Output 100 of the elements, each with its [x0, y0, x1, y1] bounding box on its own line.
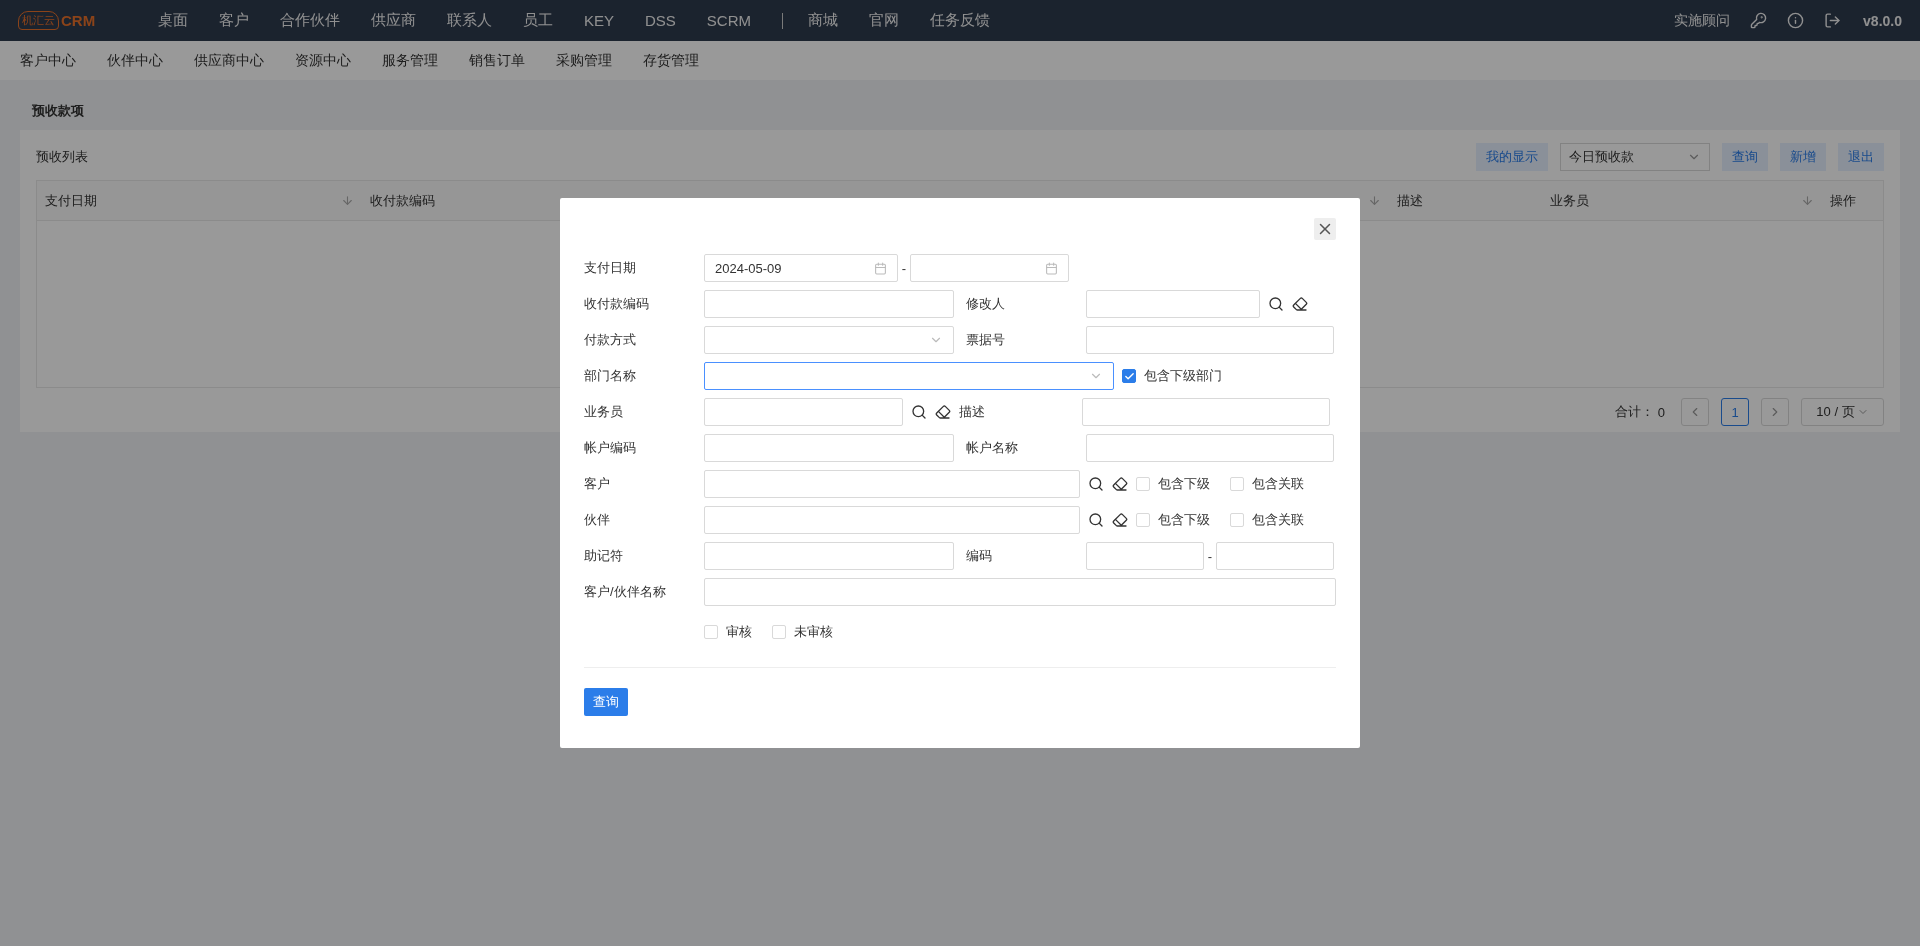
column-header[interactable]: 支付日期: [45, 191, 97, 210]
field-label: 帐户编码: [584, 439, 637, 457]
field-label: 描述: [959, 403, 986, 421]
sub-nav-item[interactable]: 供应商中心: [194, 51, 264, 70]
eraser-icon[interactable]: [1292, 296, 1308, 312]
field-label: 支付日期: [584, 259, 637, 277]
range-dash: -: [900, 260, 908, 276]
next-page-button[interactable]: [1761, 398, 1789, 426]
nav-item[interactable]: 供应商: [371, 11, 416, 30]
column-header[interactable]: 收付款编码: [370, 191, 435, 210]
prev-page-button[interactable]: [1681, 398, 1709, 426]
checkbox-option[interactable]: 审核: [704, 623, 752, 641]
field-label: 部门名称: [584, 367, 637, 385]
page-button[interactable]: 1: [1721, 398, 1749, 426]
input-field[interactable]: [704, 470, 1080, 498]
input-field[interactable]: [1216, 542, 1334, 570]
nav-item[interactable]: 任务反馈: [930, 11, 991, 30]
info-icon[interactable]: [1787, 12, 1805, 29]
field-label: 票据号: [966, 331, 1006, 349]
sub-nav-item[interactable]: 资源中心: [295, 51, 351, 70]
checkbox[interactable]: [1122, 369, 1136, 383]
nav-item[interactable]: 官网: [869, 11, 900, 30]
date-field[interactable]: 2024-05-09: [704, 254, 898, 282]
nav-item[interactable]: KEY: [584, 12, 614, 29]
eraser-icon[interactable]: [935, 404, 951, 420]
sub-nav-item[interactable]: 存货管理: [643, 51, 699, 70]
page-size-select[interactable]: 10 / 页: [1801, 398, 1884, 426]
field-label: 收付款编码: [584, 295, 650, 313]
search-icon[interactable]: [911, 404, 927, 420]
field-label: 客户: [584, 475, 611, 493]
nav-item[interactable]: 合作伙伴: [280, 11, 340, 30]
input-field[interactable]: [704, 434, 954, 462]
eraser-icon[interactable]: [1112, 512, 1128, 528]
sub-nav-item[interactable]: 服务管理: [382, 51, 438, 70]
input-field[interactable]: [1086, 542, 1204, 570]
field-label: 伙伴: [584, 511, 611, 529]
version-label: v8.0.0: [1863, 12, 1902, 29]
filter-select[interactable]: 今日预收款: [1560, 143, 1710, 171]
checkbox-option[interactable]: 未审核: [772, 623, 833, 641]
close-button[interactable]: [1314, 218, 1336, 240]
input-field[interactable]: [1082, 398, 1330, 426]
eraser-icon[interactable]: [1112, 476, 1128, 492]
checkbox-label: 包含下级: [1158, 511, 1210, 529]
total-label: 合计：: [1614, 403, 1654, 421]
sub-nav-item[interactable]: 伙伴中心: [107, 51, 163, 70]
input-field[interactable]: [704, 290, 954, 318]
date-field[interactable]: [910, 254, 1069, 282]
sub-nav-item[interactable]: 客户中心: [20, 51, 76, 70]
checkbox-option[interactable]: 包含关联: [1230, 475, 1304, 493]
field-label: 助记符: [584, 547, 624, 565]
field-label: 帐户名称: [966, 439, 1019, 457]
search-icon[interactable]: [1088, 476, 1104, 492]
input-field[interactable]: [704, 398, 903, 426]
nav-item[interactable]: 员工: [523, 11, 553, 30]
field-label: 客户/伙伴名称: [584, 583, 667, 601]
column-header[interactable]: 业务员: [1550, 191, 1589, 210]
checkbox-label: 未审核: [794, 623, 833, 641]
checkbox-label: 包含关联: [1252, 511, 1304, 529]
nav-item[interactable]: 联系人: [447, 11, 492, 30]
sort-icon[interactable]: [341, 194, 354, 207]
sub-nav-item[interactable]: 销售订单: [469, 51, 525, 70]
checkbox-option[interactable]: 包含下级: [1136, 511, 1210, 529]
input-field[interactable]: [1086, 434, 1334, 462]
input-field[interactable]: [704, 506, 1080, 534]
field-label: 编码: [966, 547, 993, 565]
nav-item[interactable]: SCRM: [706, 12, 752, 29]
calendar-icon: [874, 261, 887, 275]
input-field[interactable]: [1086, 326, 1334, 354]
checkbox-label: 审核: [726, 623, 752, 641]
checkbox-option[interactable]: 包含关联: [1230, 511, 1304, 529]
checkbox-label: 包含下级: [1158, 475, 1210, 493]
nav-item[interactable]: 客户: [219, 11, 249, 30]
field-label: 付款方式: [584, 331, 637, 349]
key-icon[interactable]: [1750, 12, 1768, 29]
list-title: 预收列表: [36, 148, 88, 166]
page-title: 预收款项: [31, 102, 85, 120]
nav-item[interactable]: 商城: [808, 11, 839, 30]
input-field[interactable]: [704, 542, 954, 570]
sub-nav-item[interactable]: 采购管理: [556, 51, 612, 70]
field-label: 修改人: [966, 295, 1006, 313]
select-field[interactable]: [704, 362, 1114, 390]
field-label: 业务员: [584, 403, 624, 421]
checkbox-option[interactable]: 包含下级: [1136, 475, 1210, 493]
range-dash: -: [1206, 548, 1214, 564]
search-icon[interactable]: [1268, 296, 1284, 312]
user-role[interactable]: 实施顾问: [1674, 11, 1731, 30]
nav-item[interactable]: 桌面: [158, 11, 188, 30]
logout-icon[interactable]: [1824, 12, 1842, 29]
total-count: 0: [1657, 404, 1665, 420]
sort-icon[interactable]: [1801, 194, 1814, 207]
calendar-icon: [1045, 261, 1058, 275]
sort-icon[interactable]: [1368, 194, 1381, 207]
checkbox-option[interactable]: 包含下级部门: [1122, 367, 1222, 385]
input-field[interactable]: [704, 578, 1336, 606]
column-header[interactable]: 描述: [1397, 191, 1423, 210]
query-button[interactable]: 查询: [584, 688, 628, 716]
nav-item[interactable]: DSS: [645, 12, 676, 29]
input-field[interactable]: [1086, 290, 1260, 318]
search-icon[interactable]: [1088, 512, 1104, 528]
column-header[interactable]: 操作: [1830, 191, 1856, 210]
